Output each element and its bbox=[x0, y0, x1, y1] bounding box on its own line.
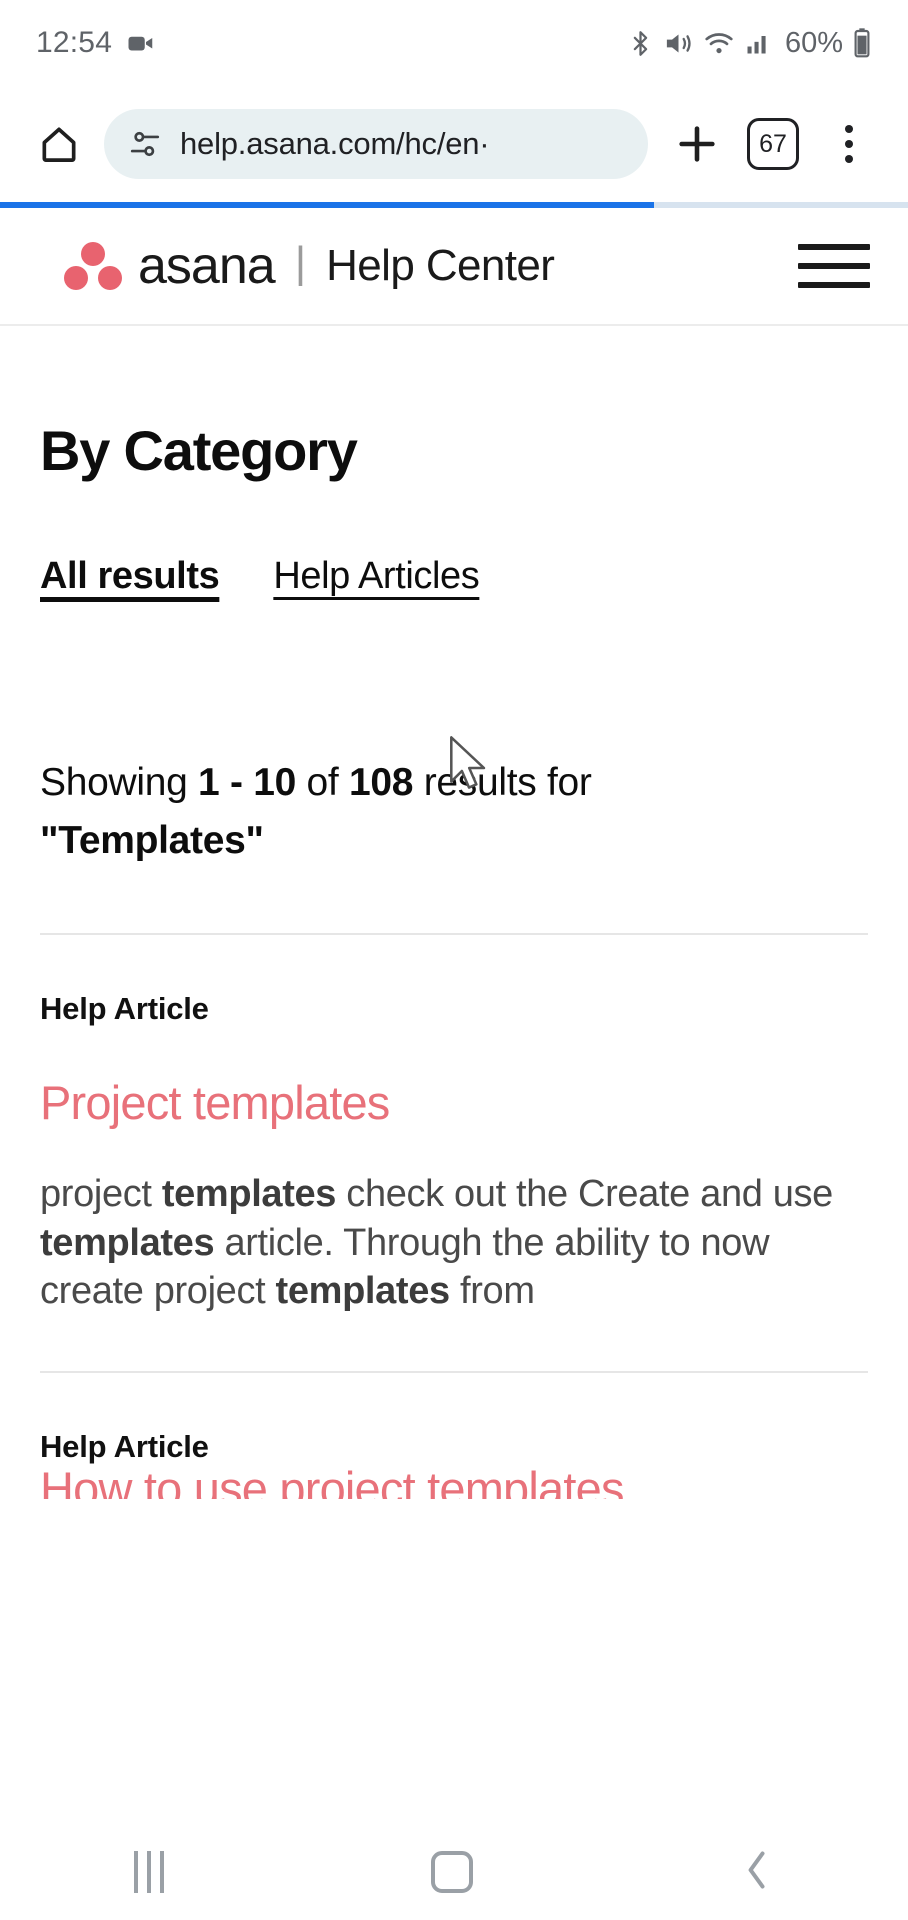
page-title: By Category bbox=[40, 419, 358, 482]
result-snippet: project templates check out the Create a… bbox=[40, 1173, 833, 1312]
android-nav-bar bbox=[0, 1824, 908, 1920]
cellular-signal-icon bbox=[744, 28, 772, 58]
video-camera-icon bbox=[126, 28, 156, 58]
battery-icon bbox=[852, 27, 872, 59]
search-result-item[interactable]: Help Article How to use project template… bbox=[40, 1373, 868, 1499]
url-bar[interactable]: help.asana.com/hc/en· bbox=[104, 109, 648, 179]
showing-middle: of bbox=[295, 761, 349, 804]
recent-apps-icon[interactable] bbox=[133, 1851, 164, 1893]
brand-separator: | bbox=[294, 238, 307, 287]
result-title-clipped-wrapper: How to use project templates bbox=[40, 1465, 868, 1499]
progress-fill bbox=[0, 202, 654, 208]
android-status-bar: 12:54 60% bbox=[0, 0, 908, 86]
search-result-item[interactable]: Help Article Project templates project t… bbox=[40, 935, 868, 1374]
asana-logo-icon bbox=[62, 242, 124, 290]
showing-prefix: Showing bbox=[40, 761, 199, 804]
main-content: By Category All results Help Articles Sh… bbox=[0, 418, 908, 1500]
tab-switcher-button[interactable]: 67 bbox=[736, 107, 810, 181]
showing-range: 1 - 10 bbox=[198, 761, 296, 804]
overflow-menu-icon bbox=[845, 125, 853, 163]
results-filter-tabs: All results Help Articles bbox=[40, 555, 868, 598]
result-title-link[interactable]: How to use project templates bbox=[40, 1465, 868, 1499]
site-settings-icon[interactable] bbox=[128, 127, 162, 161]
asana-logo-link[interactable]: asana | Help Center bbox=[62, 237, 555, 295]
browser-toolbar: help.asana.com/hc/en· 67 bbox=[0, 86, 908, 202]
result-kind-label: Help Article bbox=[40, 1429, 209, 1465]
status-clock: 12:54 bbox=[36, 26, 113, 59]
vibrate-icon bbox=[663, 28, 694, 59]
showing-total: 108 bbox=[348, 761, 414, 804]
asana-site-header: asana | Help Center bbox=[0, 208, 908, 326]
brand-name: asana bbox=[138, 237, 276, 295]
hamburger-menu-icon[interactable] bbox=[798, 244, 870, 288]
showing-suffix: results for bbox=[413, 761, 592, 804]
status-bar-right: 60% bbox=[627, 27, 872, 60]
home-button[interactable] bbox=[22, 107, 96, 181]
browser-menu-button[interactable] bbox=[812, 107, 886, 181]
status-bar-left: 12:54 bbox=[36, 26, 156, 60]
battery-percent-label: 60% bbox=[784, 26, 843, 59]
new-tab-button[interactable] bbox=[660, 107, 734, 181]
home-square-icon[interactable] bbox=[430, 1851, 473, 1893]
tab-help-articles[interactable]: Help Articles bbox=[273, 555, 479, 598]
url-text: help.asana.com/hc/en· bbox=[180, 126, 490, 161]
showing-query: "Templates" bbox=[40, 818, 264, 862]
results-count-text: Showing 1 - 10 of 108 results for "Templ… bbox=[40, 754, 740, 869]
wifi-icon bbox=[703, 28, 735, 59]
tab-all-results[interactable]: All results bbox=[40, 555, 220, 598]
result-title-link[interactable]: Project templates bbox=[40, 1075, 868, 1130]
home-icon bbox=[37, 122, 81, 166]
brand-subtitle: Help Center bbox=[326, 241, 555, 290]
result-kind-label: Help Article bbox=[40, 991, 209, 1027]
back-chevron-icon[interactable] bbox=[740, 1848, 774, 1897]
phone-screen: 12:54 60% help.asana.com/hc/en· 67 asana… bbox=[0, 0, 908, 1920]
tab-count-badge: 67 bbox=[747, 118, 799, 170]
page-load-progress-bar bbox=[0, 202, 908, 208]
bluetooth-icon bbox=[627, 28, 654, 59]
plus-icon bbox=[674, 121, 720, 167]
